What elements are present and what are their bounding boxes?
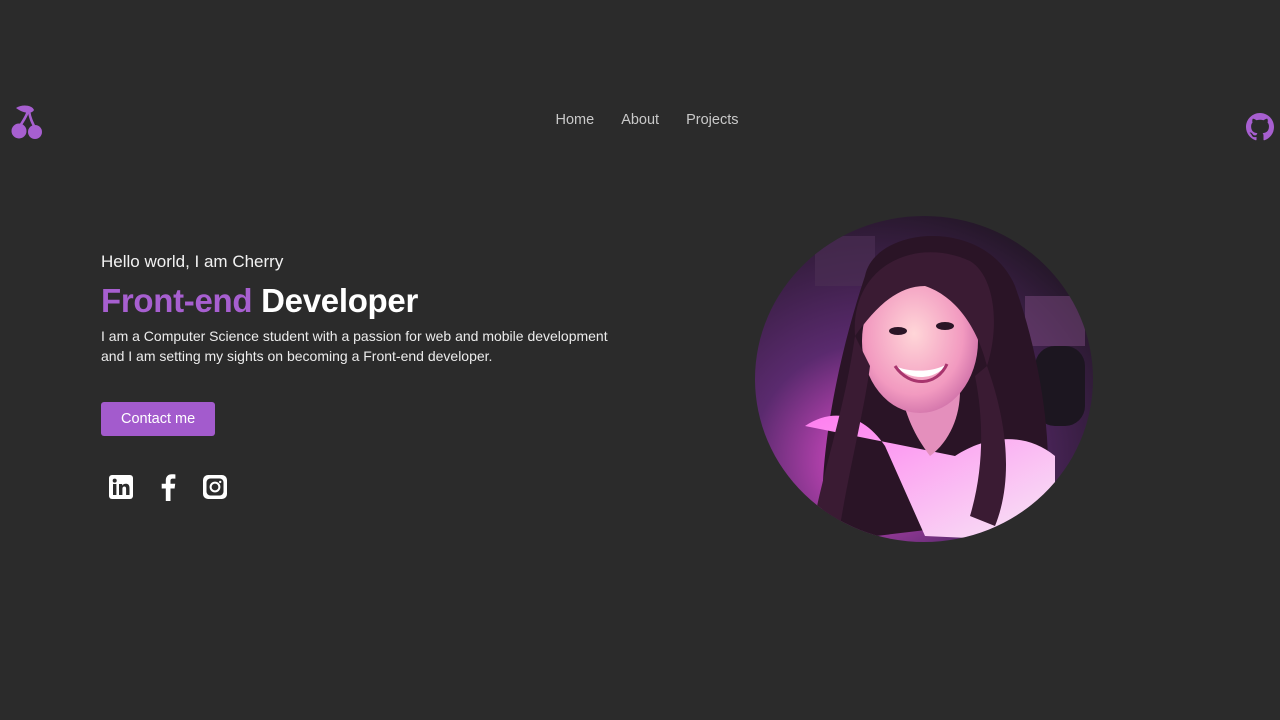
nav-about[interactable]: About <box>621 112 659 128</box>
hero-description-line1: I am a Computer Science student with a p… <box>101 328 608 344</box>
github-icon[interactable] <box>1246 113 1274 141</box>
hero-greeting: Hello world, I am Cherry <box>101 252 284 271</box>
nav-projects[interactable]: Projects <box>686 112 738 128</box>
hero-title: Front-end Developer <box>101 281 661 321</box>
hero-section: Hello world, I am Cherry Front-end Devel… <box>101 250 661 436</box>
social-links <box>107 473 229 501</box>
nav-home[interactable]: Home <box>556 112 595 128</box>
facebook-icon[interactable] <box>154 473 182 501</box>
main-nav: Home About Projects <box>0 112 1280 128</box>
hero-description-line2: and I am setting my sights on becoming a… <box>101 348 493 364</box>
hero-description: I am a Computer Science student with a p… <box>101 326 661 366</box>
profile-photo <box>755 216 1093 542</box>
hero-title-accent: Front-end <box>101 282 253 319</box>
portfolio-page: Home About Projects Hello world, I am Ch… <box>0 0 1280 720</box>
linkedin-icon[interactable] <box>107 473 135 501</box>
hero-title-rest: Developer <box>261 282 419 319</box>
contact-button[interactable]: Contact me <box>101 402 216 436</box>
instagram-icon[interactable] <box>201 473 229 501</box>
